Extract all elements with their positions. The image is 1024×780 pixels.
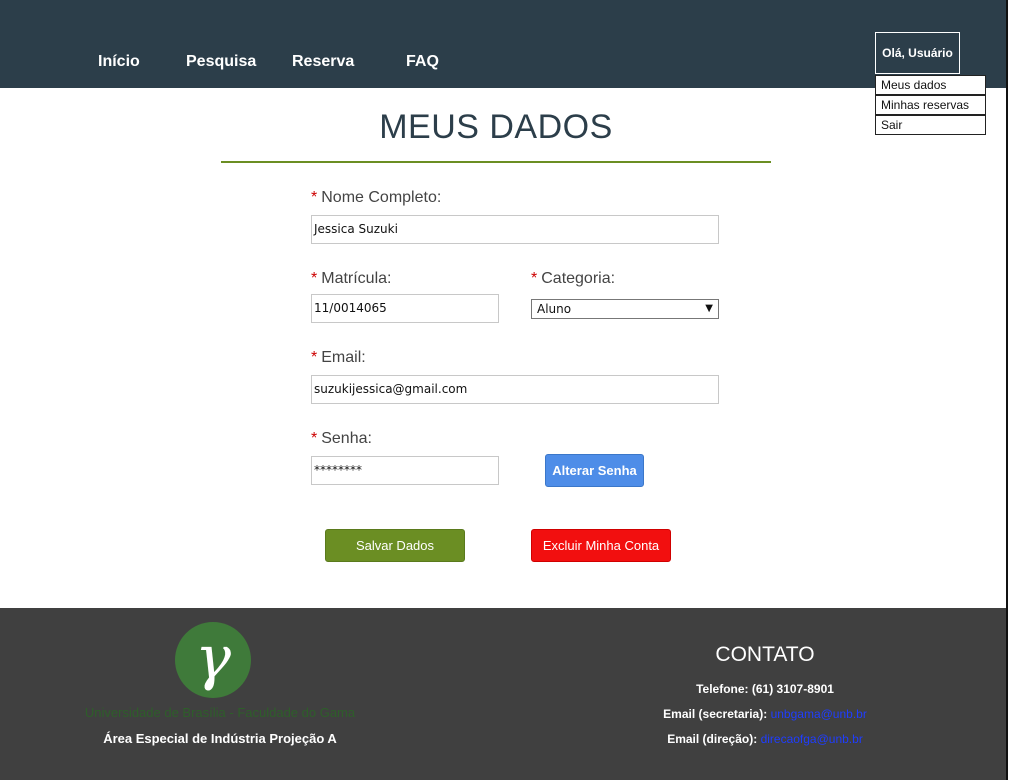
menu-item-meus-dados[interactable]: Meus dados	[875, 75, 986, 95]
nav-faq-link[interactable]: FAQ	[406, 53, 439, 71]
delete-account-button[interactable]: Excluir Minha Conta	[531, 529, 671, 562]
required-mark: *	[311, 430, 318, 447]
full-name-input[interactable]: Jessica Suzuki	[311, 215, 719, 244]
menu-item-sair[interactable]: Sair	[875, 115, 986, 135]
required-mark: *	[311, 349, 318, 366]
contact-email-direction: Email (direção): direcaofga@unb.br	[667, 732, 863, 746]
email-direction-link[interactable]: direcaofga@unb.br	[761, 732, 863, 746]
email-label: * Email:	[311, 349, 366, 366]
change-password-button[interactable]: Alterar Senha	[545, 454, 644, 487]
required-mark: *	[311, 189, 318, 206]
full-name-label: * Nome Completo:	[311, 189, 442, 206]
save-button[interactable]: Salvar Dados	[325, 529, 465, 562]
contact-phone: Telefone: (61) 3107-8901	[696, 682, 834, 696]
contact-email-secretary: Email (secretaria): unbgama@unb.br	[663, 707, 867, 721]
university-name: Universidade de Brasília - Faculdade do …	[84, 705, 356, 720]
email-input[interactable]: suzukijessica@gmail.com	[311, 375, 719, 404]
registration-label: * Matrícula:	[311, 270, 392, 287]
category-label: * Categoria:	[531, 270, 616, 287]
contact-title: CONTATO	[715, 643, 815, 666]
registration-input[interactable]: 11/0014065	[311, 294, 499, 323]
gamma-logo-icon: γ	[195, 623, 231, 693]
address-text: Área Especial de Indústria Projeção A	[103, 731, 337, 746]
menu-item-minhas-reservas[interactable]: Minhas reservas	[875, 95, 986, 115]
required-mark: *	[311, 270, 318, 287]
nav-reserva-link[interactable]: Reserva	[292, 53, 354, 71]
user-menu-button[interactable]: Olá, Usuário	[875, 32, 960, 74]
password-label: * Senha:	[311, 430, 372, 447]
password-input[interactable]: ********	[311, 456, 499, 485]
footer: γ Universidade de Brasília - Faculdade d…	[0, 608, 1006, 780]
nav-inicio-link[interactable]: Início	[98, 53, 140, 71]
university-logo: γ	[175, 622, 251, 698]
chevron-down-icon: ▼	[705, 303, 713, 314]
email-secretary-link[interactable]: unbgama@unb.br	[771, 707, 867, 721]
required-mark: *	[531, 270, 538, 287]
user-dropdown-menu: Meus dados Minhas reservas Sair	[875, 75, 986, 135]
title-divider	[221, 161, 771, 163]
nav-pesquisa-link[interactable]: Pesquisa	[186, 53, 256, 71]
category-select[interactable]: Aluno ▼	[531, 299, 719, 319]
page-title: MEUS DADOS	[379, 108, 613, 146]
top-navbar: Início Pesquisa Reserva FAQ Olá, Usuário	[0, 0, 1006, 88]
page-right-border	[1006, 0, 1008, 780]
category-selected-value: Aluno	[537, 302, 572, 316]
